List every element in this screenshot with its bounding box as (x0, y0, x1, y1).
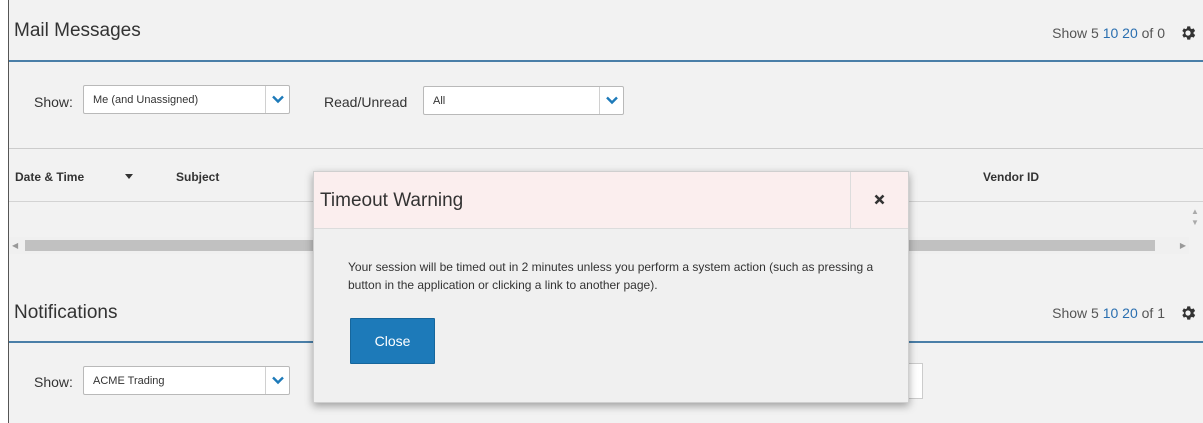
mail-section-divider (9, 60, 1203, 62)
column-subject[interactable]: Subject (176, 170, 219, 184)
paging-link-20[interactable]: 20 (1122, 305, 1138, 321)
notifications-show-select[interactable]: ACME Trading (83, 366, 290, 395)
mail-section-title: Mail Messages (14, 20, 141, 41)
paging-link-10[interactable]: 10 (1103, 305, 1119, 321)
mail-show-label: Show: (34, 94, 73, 110)
paging-count: of 0 (1141, 25, 1165, 41)
notifications-paging: Show 5 10 20 of 1 (1052, 305, 1165, 321)
dialog-message: Your session will be timed out in 2 minu… (348, 260, 874, 292)
chevron-down-icon[interactable] (265, 367, 289, 394)
paging-link-10[interactable]: 10 (1103, 25, 1119, 41)
scroll-right-icon[interactable]: ▶ (1180, 241, 1186, 250)
page-frame: Mail Messages Show 5 10 20 of 0 Show: Me… (8, 0, 1203, 423)
mail-show-value: Me (and Unassigned) (93, 94, 199, 106)
timeout-warning-dialog: Timeout Warning Your session will be tim… (313, 171, 909, 403)
read-unread-select[interactable]: All (423, 86, 624, 115)
notifications-show-value: ACME Trading (93, 375, 165, 387)
mail-show-select[interactable]: Me (and Unassigned) (83, 85, 290, 114)
column-vendor-id[interactable]: Vendor ID (983, 170, 1039, 184)
chevron-down-icon[interactable] (599, 87, 623, 114)
sort-desc-icon[interactable] (125, 174, 133, 179)
close-button[interactable]: Close (350, 318, 435, 364)
vertical-scrollbar[interactable]: ▲ ▼ (1189, 206, 1201, 234)
read-unread-value: All (433, 95, 446, 107)
scroll-left-icon[interactable]: ◀ (12, 241, 18, 250)
dialog-header: Timeout Warning (314, 172, 908, 229)
gear-icon[interactable] (1179, 304, 1197, 322)
read-unread-label: Read/Unread (324, 94, 408, 110)
close-icon[interactable] (850, 172, 908, 228)
column-date-time[interactable]: Date & Time (15, 170, 84, 184)
paging-link-20[interactable]: 20 (1122, 25, 1138, 41)
mail-paging: Show 5 10 20 of 0 (1052, 25, 1165, 41)
notifications-section-title: Notifications (14, 302, 118, 323)
gear-icon[interactable] (1179, 24, 1197, 42)
paging-show-5[interactable]: Show 5 (1052, 305, 1099, 321)
notifications-show-label: Show: (34, 374, 73, 390)
chevron-down-icon[interactable] (265, 86, 289, 113)
dialog-title: Timeout Warning (320, 190, 464, 211)
paging-show-5[interactable]: Show 5 (1052, 25, 1099, 41)
paging-count: of 1 (1141, 305, 1165, 321)
